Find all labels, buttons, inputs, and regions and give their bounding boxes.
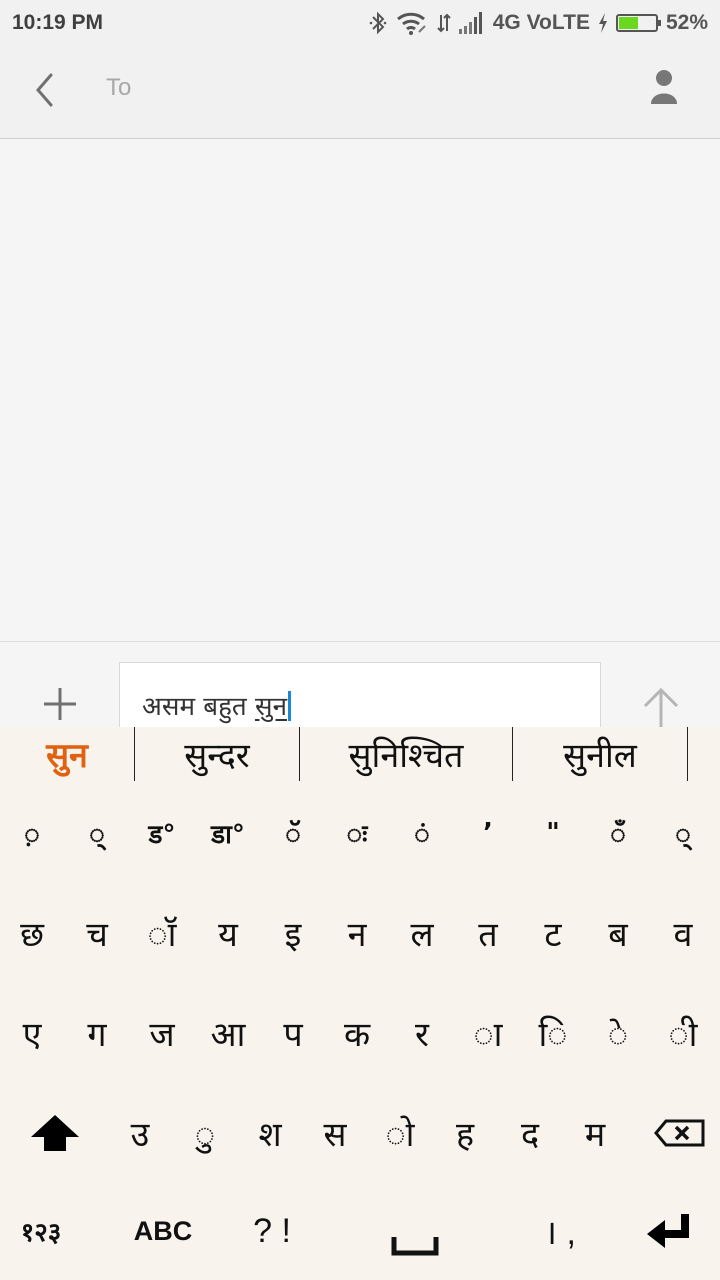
battery-percent: 52%	[665, 11, 708, 34]
key[interactable]: ◌ॅ	[263, 785, 323, 881]
key[interactable]: त	[458, 885, 518, 981]
plus-icon	[44, 688, 76, 720]
key[interactable]: ट	[523, 885, 583, 981]
chevron-left-icon	[36, 73, 53, 107]
battery-level-fill	[618, 17, 638, 29]
key[interactable]: न	[327, 885, 387, 981]
backspace-key[interactable]	[640, 1085, 720, 1181]
key[interactable]: ◌्	[653, 785, 713, 881]
key[interactable]: ◌ि	[523, 985, 583, 1081]
shift-icon	[31, 1115, 79, 1151]
network-type-label: 4G VoLTE	[492, 11, 590, 34]
send-button[interactable]	[640, 684, 682, 728]
suggestion-strip: सुन सुन्दर सुनिश्चित सुनील	[0, 727, 720, 781]
key-row-4: उ ◌ु श स ◌ो ह द म	[0, 1085, 720, 1181]
key[interactable]: ग	[67, 985, 127, 1081]
key[interactable]: उ	[110, 1085, 170, 1181]
enter-key[interactable]	[630, 1183, 710, 1279]
key-row-3: ए ग ज आ प क र ◌ा ◌ि ◌े ◌ी	[0, 985, 720, 1081]
message-text: असम बहुत सुन	[142, 687, 292, 723]
key[interactable]: स	[305, 1085, 365, 1181]
key[interactable]: ◌ु	[175, 1085, 235, 1181]
key[interactable]: ◌ो	[370, 1085, 430, 1181]
data-transfer-icon	[437, 11, 451, 35]
key[interactable]: छ	[2, 885, 62, 981]
space-key[interactable]	[340, 1183, 490, 1279]
suggestion-item[interactable]: सुन्दर	[135, 727, 299, 781]
key[interactable]: ◌ः	[327, 785, 387, 881]
key[interactable]: डा°	[198, 785, 258, 881]
suggestion-item[interactable]: सुन	[0, 727, 134, 781]
key[interactable]: आ	[198, 985, 258, 1081]
punctuation-key[interactable]: ? !	[232, 1183, 312, 1279]
key[interactable]: र	[392, 985, 452, 1081]
wifi-icon	[395, 10, 429, 36]
key[interactable]: च	[67, 885, 127, 981]
key[interactable]: द	[500, 1085, 560, 1181]
shift-key[interactable]	[20, 1085, 90, 1181]
backspace-icon	[654, 1119, 705, 1147]
key[interactable]: व	[653, 885, 713, 981]
key[interactable]: ल	[392, 885, 452, 981]
back-button[interactable]	[26, 70, 62, 110]
add-contact-button[interactable]	[644, 68, 684, 108]
enter-icon	[647, 1214, 689, 1248]
conversation-area	[0, 140, 720, 641]
key[interactable]: य	[198, 885, 258, 981]
abc-key[interactable]: ABC	[122, 1183, 204, 1279]
space-icon	[391, 1237, 439, 1256]
recipient-field[interactable]: To	[106, 74, 131, 102]
key[interactable]: प	[263, 985, 323, 1081]
status-icons: 4G VoLTE 52%	[369, 10, 708, 36]
text-caret	[288, 691, 292, 721]
numbers-key[interactable]: १२३	[10, 1183, 72, 1279]
key[interactable]: ◌ँ	[588, 785, 648, 881]
danda-comma-key[interactable]: । ,	[520, 1183, 600, 1279]
key-row-bottom: १२३ ABC ? ! । ,	[0, 1183, 720, 1279]
battery-icon	[615, 14, 661, 32]
message-input[interactable]: असम बहुत सुन	[119, 662, 601, 728]
key[interactable]: ◌े	[588, 985, 648, 1081]
key[interactable]: ◌ा	[458, 985, 518, 1081]
message-committed-text: असम बहुत	[142, 692, 255, 722]
key[interactable]: ज	[132, 985, 192, 1081]
suggestion-divider	[687, 727, 688, 781]
suggestion-item[interactable]: सुनील	[513, 727, 687, 781]
key[interactable]: "	[523, 785, 583, 881]
key[interactable]: ◌़	[2, 785, 62, 881]
key[interactable]: ’	[458, 785, 518, 881]
key[interactable]: ह	[435, 1085, 495, 1181]
key[interactable]: ◌ी	[653, 985, 713, 1081]
compose-header: To	[0, 50, 720, 139]
signal-icon	[458, 12, 485, 34]
arrow-up-icon	[643, 687, 679, 728]
key[interactable]: श	[240, 1085, 300, 1181]
attach-button[interactable]	[40, 684, 80, 724]
message-composing-text: सुन	[255, 692, 288, 722]
charging-icon	[598, 13, 608, 33]
key[interactable]: ए	[2, 985, 62, 1081]
suggestion-item[interactable]: सुनिश्चित	[300, 727, 512, 781]
key[interactable]: म	[565, 1085, 625, 1181]
bluetooth-icon	[369, 10, 387, 36]
key[interactable]: ◌्	[67, 785, 127, 881]
key[interactable]: ◌ॉ	[132, 885, 192, 981]
key[interactable]: इ	[263, 885, 323, 981]
key-row-2: छ च ◌ॉ य इ न ल त ट ब व	[0, 885, 720, 981]
person-icon	[651, 70, 677, 104]
status-bar: 10:19 PM 4G VoLTE 52%	[0, 0, 720, 50]
key[interactable]: ड°	[132, 785, 192, 881]
key[interactable]: ब	[588, 885, 648, 981]
keyboard: सुन सुन्दर सुनिश्चित सुनील ◌़ ◌् ड° डा° ◌ॅ ◌ः…	[0, 727, 720, 1280]
compose-bar: असम बहुत सुन	[0, 641, 720, 728]
key[interactable]: ◌ं	[392, 785, 452, 881]
key[interactable]: क	[327, 985, 387, 1081]
key-row-1: ◌़ ◌् ड° डा° ◌ॅ ◌ः ◌ं’ " ◌ँ ◌्	[0, 785, 720, 881]
status-time: 10:19 PM	[12, 11, 104, 34]
